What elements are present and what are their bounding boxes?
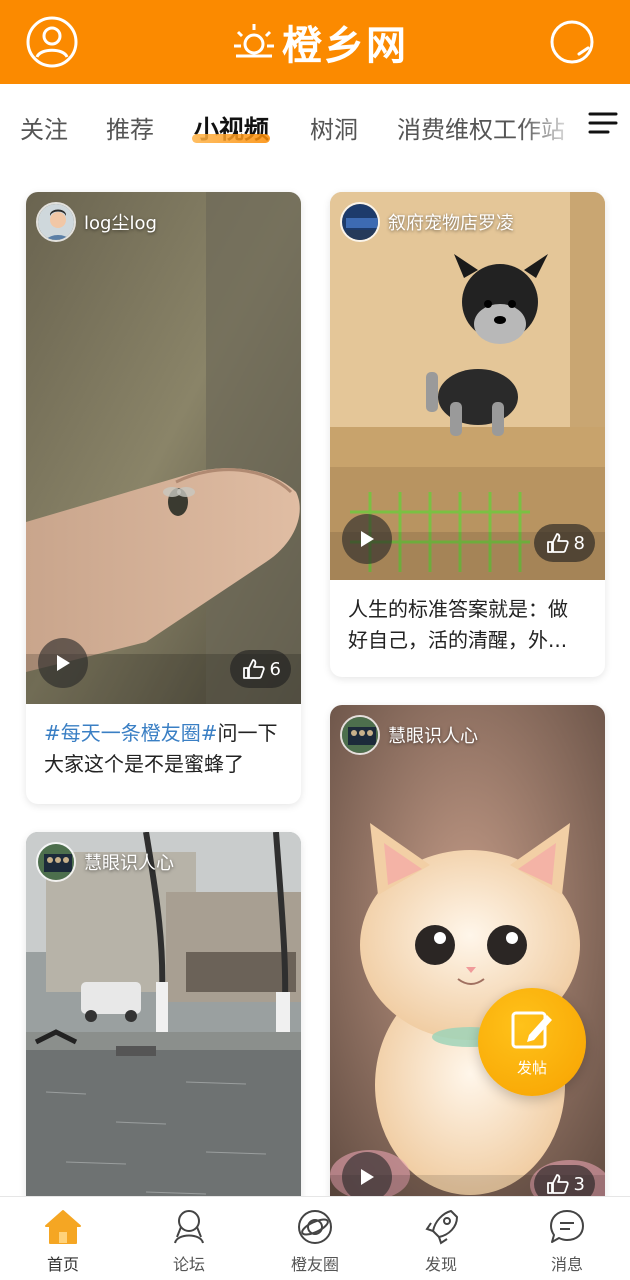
video-thumbnail[interactable]: log尘log 6: [26, 192, 301, 704]
play-icon: [361, 531, 374, 547]
like-count-badge[interactable]: 6: [229, 650, 291, 688]
app-logo: 橙乡网: [210, 12, 430, 72]
play-button[interactable]: [342, 514, 392, 564]
search-icon[interactable]: [544, 14, 600, 70]
avatar[interactable]: [340, 715, 380, 755]
video-card[interactable]: 慧眼识人心 3: [330, 705, 605, 1196]
video-thumbnail[interactable]: 慧眼识人心 3: [330, 705, 605, 1196]
tab-fade: [520, 84, 590, 168]
active-tab-indicator: [192, 134, 270, 143]
play-icon: [57, 655, 70, 671]
tab-recommend[interactable]: 推荐: [106, 110, 154, 145]
author-name: log尘log: [84, 213, 157, 234]
bottom-nav: 首页 论坛 橙友圈 发现 消息: [0, 1196, 630, 1280]
video-thumbnail[interactable]: 叙府宠物店罗凌 8: [330, 192, 605, 580]
menu-lines-icon[interactable]: [586, 106, 620, 140]
video-card[interactable]: 叙府宠物店罗凌 8 人生的标准答案就是：做好自己，活的清醒，外...: [330, 192, 605, 677]
author-name: 慧眼识人心: [388, 726, 478, 747]
author-info[interactable]: log尘log: [36, 202, 157, 242]
tab-follow[interactable]: 关注: [20, 110, 68, 145]
logo-text: 橙乡网: [282, 23, 408, 69]
new-post-label: 发帖: [516, 1058, 547, 1077]
nav-friends-circle[interactable]: 橙友圈: [252, 1197, 378, 1280]
nav-home[interactable]: 首页: [0, 1197, 126, 1280]
hand-insect-image: [26, 192, 301, 704]
video-card[interactable]: 慧眼识人心: [26, 832, 301, 1196]
avatar[interactable]: [340, 202, 380, 242]
home-icon: [41, 1205, 85, 1249]
edit-icon: [511, 1011, 552, 1048]
sun-logo-icon: [234, 24, 274, 58]
video-card[interactable]: log尘log 6 #每天一条橙友圈#问一下大家这个是不是蜜蜂了: [26, 192, 301, 804]
nav-forum[interactable]: 论坛: [126, 1197, 252, 1280]
author-name: 慧眼识人心: [84, 853, 174, 874]
kitten-image: [330, 705, 605, 1196]
play-button[interactable]: [38, 638, 88, 688]
forum-icon: [167, 1205, 211, 1249]
avatar[interactable]: [36, 842, 76, 882]
thumbs-up-icon: [242, 659, 265, 679]
avatar[interactable]: [36, 202, 76, 242]
thumbs-up-icon: [546, 1174, 569, 1194]
app-header: 橙乡网: [0, 0, 630, 84]
author-info[interactable]: 叙府宠物店罗凌: [340, 202, 514, 242]
video-thumbnail[interactable]: 慧眼识人心: [26, 832, 301, 1196]
hashtag-link[interactable]: #每天一条橙友圈#: [44, 721, 218, 745]
post-caption[interactable]: 人生的标准答案就是：做好自己，活的清醒，外...: [330, 580, 605, 656]
caption-text: 人生的标准答案就是：做好自己，活的清醒，外...: [348, 597, 568, 652]
nav-discover[interactable]: 发现: [378, 1197, 504, 1280]
author-info[interactable]: 慧眼识人心: [36, 842, 174, 882]
like-count-badge[interactable]: 8: [533, 524, 595, 562]
play-icon: [361, 1169, 374, 1185]
nav-messages[interactable]: 消息: [504, 1197, 630, 1280]
new-post-button[interactable]: 发帖: [478, 988, 586, 1096]
message-icon: [545, 1205, 589, 1249]
rainy-street-image: [26, 832, 301, 1196]
author-info[interactable]: 慧眼识人心: [340, 715, 478, 755]
play-button[interactable]: [342, 1152, 392, 1196]
post-caption[interactable]: #每天一条橙友圈#问一下大家这个是不是蜜蜂了: [26, 704, 301, 780]
thumbs-up-icon: [546, 533, 569, 553]
rocket-icon: [419, 1205, 463, 1249]
planet-icon: [293, 1205, 337, 1249]
author-name: 叙府宠物店罗凌: [388, 213, 514, 234]
tab-tree-hole[interactable]: 树洞: [310, 110, 358, 145]
user-circle-icon[interactable]: [24, 14, 80, 70]
like-count-badge[interactable]: 3: [533, 1165, 595, 1196]
